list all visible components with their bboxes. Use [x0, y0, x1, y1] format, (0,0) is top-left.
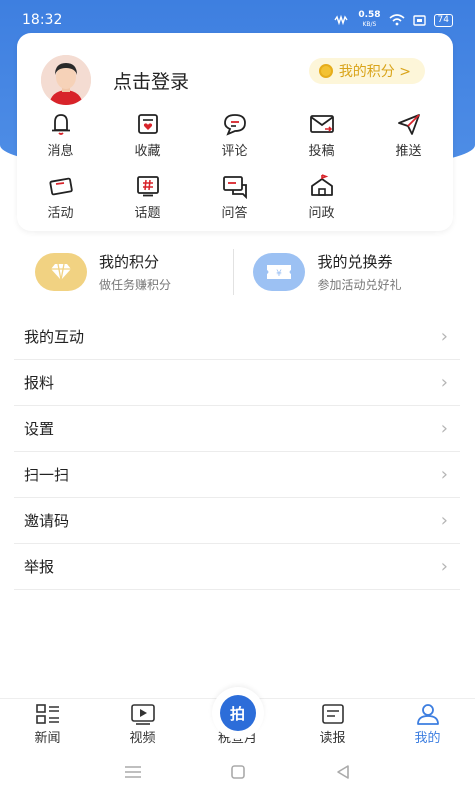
- menu-item-tip-off[interactable]: 报料 ›: [14, 360, 460, 406]
- back-icon[interactable]: [335, 764, 351, 780]
- network-speed: 0.58 KB/S: [358, 10, 381, 29]
- hashtag-icon: [136, 176, 159, 197]
- feature-grid: 消息 收藏 评论 投稿 推送 活动 话题 问答 问政: [17, 111, 453, 221]
- home-icon[interactable]: [230, 764, 246, 780]
- chevron-right-icon: ›: [440, 510, 448, 531]
- grid-item-comments[interactable]: 评论: [191, 111, 278, 159]
- profile-login[interactable]: 点击登录: [41, 55, 189, 105]
- chevron-right-icon: ›: [440, 464, 448, 485]
- rewards-strip: 我的积分 做任务赚积分 ¥ 我的兑换券 参加活动兑好礼: [25, 243, 451, 301]
- bottom-nav: 新闻 视频 拍 税宣月 读报 我的: [0, 687, 475, 750]
- news-icon: [35, 704, 59, 724]
- chevron-right-icon: ›: [440, 372, 448, 393]
- bell-icon: [51, 114, 70, 135]
- tab-newspaper[interactable]: 读报: [285, 699, 380, 750]
- my-points-pill[interactable]: 我的积分 >: [308, 58, 425, 84]
- battery-indicator: 74: [433, 13, 453, 27]
- diamond-icon: [35, 253, 87, 291]
- user-icon: [416, 704, 439, 725]
- svg-text:¥: ¥: [277, 269, 283, 279]
- sim-icon: [412, 14, 426, 26]
- grid-item-favorites[interactable]: 收藏: [104, 111, 191, 159]
- menu-item-scan[interactable]: 扫一扫 ›: [14, 452, 460, 498]
- avatar[interactable]: [41, 55, 91, 105]
- capture-button[interactable]: 拍: [211, 687, 264, 739]
- menu-item-invite-code[interactable]: 邀请码 ›: [14, 498, 460, 544]
- tab-video[interactable]: 视频: [95, 699, 190, 750]
- qa-icon: [222, 176, 247, 199]
- my-points-entry[interactable]: 我的积分 做任务赚积分: [25, 243, 233, 301]
- grid-item-topics[interactable]: 话题: [104, 173, 191, 221]
- system-nav-bar: [0, 752, 475, 792]
- newspaper-icon: [321, 704, 344, 724]
- strip-divider: [232, 249, 234, 295]
- status-icons: 0.58 KB/S 74: [332, 11, 453, 29]
- ticket-icon: [48, 177, 73, 196]
- menu-icon[interactable]: [124, 765, 142, 779]
- chevron-right-icon: ›: [440, 418, 448, 439]
- status-time: 18:32: [22, 12, 63, 28]
- grid-item-activities[interactable]: 活动: [17, 173, 104, 221]
- my-points-title: 我的积分: [99, 253, 160, 271]
- favorite-icon: [137, 114, 158, 134]
- tab-mine[interactable]: 我的: [380, 699, 475, 750]
- grid-item-qa[interactable]: 问答: [191, 173, 278, 221]
- coin-icon: [318, 64, 333, 78]
- menu-item-my-interactions[interactable]: 我的互动 ›: [14, 314, 460, 360]
- voucher-icon: ¥: [253, 253, 306, 291]
- my-points-subtitle: 做任务赚积分: [99, 278, 172, 292]
- my-vouchers-entry[interactable]: ¥ 我的兑换券 参加活动兑好礼: [243, 243, 451, 301]
- comment-icon: [223, 114, 246, 136]
- my-points-pill-label: 我的积分 >: [338, 64, 411, 80]
- chevron-right-icon: ›: [440, 556, 448, 577]
- tab-tax-month[interactable]: 拍 税宣月: [190, 687, 285, 750]
- menu-item-report[interactable]: 举报 ›: [14, 544, 460, 590]
- grid-item-submit[interactable]: 投稿: [278, 111, 365, 159]
- send-icon: [397, 114, 420, 135]
- menu-item-settings[interactable]: 设置 ›: [14, 406, 460, 452]
- my-vouchers-title: 我的兑换券: [317, 253, 393, 271]
- tab-news[interactable]: 新闻: [0, 699, 95, 750]
- settings-menu: 我的互动 › 报料 › 设置 › 扫一扫 › 邀请码 › 举报 ›: [14, 314, 460, 590]
- grid-item-inquiry[interactable]: 问政: [278, 173, 365, 221]
- mail-icon: [309, 115, 334, 133]
- chevron-right-icon: ›: [440, 326, 448, 347]
- grid-item-push[interactable]: 推送: [365, 111, 452, 159]
- government-icon: [310, 174, 333, 196]
- login-label[interactable]: 点击登录: [113, 67, 189, 94]
- vibrate-icon: [334, 14, 348, 26]
- grid-item-messages[interactable]: 消息: [17, 111, 104, 159]
- my-vouchers-subtitle: 参加活动兑好礼: [317, 278, 402, 292]
- wifi-icon: [389, 14, 405, 26]
- profile-card: 点击登录 我的积分 > 消息 收藏 评论 投稿 推送 活动 话题 问答 问政: [17, 33, 453, 231]
- video-icon: [130, 704, 155, 725]
